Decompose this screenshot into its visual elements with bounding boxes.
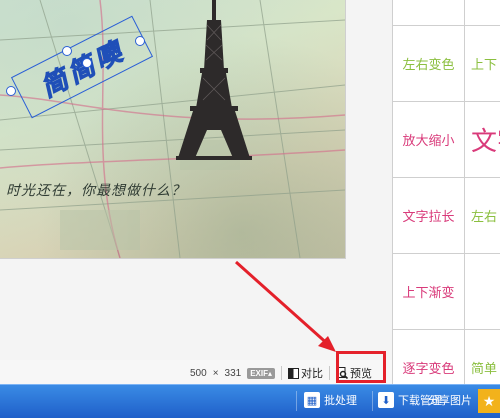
effect-option[interactable]: 逐字变色 [393, 330, 465, 384]
effect-option-label: 文字拉长 [402, 209, 455, 224]
effect-option[interactable] [465, 0, 500, 26]
effect-option[interactable]: 文字拉长 [393, 178, 465, 254]
effect-option[interactable]: 上下 [465, 26, 500, 102]
image-width: 500 [190, 367, 207, 379]
compare-label: 对比 [301, 368, 324, 380]
exif-button[interactable]: EXIF▴ [247, 367, 276, 379]
effect-option-label: 放大缩小 [402, 133, 455, 148]
toolbar-divider [296, 391, 297, 411]
effect-option-label: 上下 [471, 57, 498, 72]
effect-option-label: 简单 [471, 361, 498, 376]
compare-button[interactable]: 对比 [288, 365, 323, 381]
download-icon: ⬇ [378, 392, 394, 408]
effect-option-label: 上下渐变 [402, 285, 455, 300]
batch-label: 批处理 [324, 395, 357, 407]
batch-process-button[interactable]: ▦ 批处理 [304, 392, 357, 408]
effect-option-label: 左右 [471, 209, 498, 224]
effect-option[interactable]: 简单 [465, 330, 500, 384]
effect-option[interactable]: 文字 [465, 102, 500, 178]
resize-handle-top-right[interactable] [135, 36, 145, 46]
resize-handle-bottom-left[interactable] [6, 86, 16, 96]
toolbar-divider [372, 391, 373, 411]
star-icon[interactable]: ★ [478, 389, 500, 413]
share-button[interactable]: 分享图片 [428, 392, 472, 408]
canvas-area: 简简噢 时光还在，你最想做什么？ [0, 0, 392, 360]
preview-highlight-box [336, 351, 386, 383]
effect-option[interactable]: 左右 [465, 178, 500, 254]
effect-option[interactable]: 左右变色 [393, 26, 465, 102]
dimension-times: × [212, 367, 219, 379]
effect-option[interactable] [393, 0, 465, 26]
divider [281, 366, 283, 380]
bottom-toolbar: ▦ 批处理 ⬇ 下载管理 分享图片 ★ [0, 384, 500, 418]
map-illustration [0, 0, 345, 258]
edited-photo[interactable]: 简简噢 时光还在，你最想做什么？ [0, 0, 346, 259]
resize-handle-top-left[interactable] [62, 46, 72, 56]
effect-option[interactable]: 上下渐变 [393, 254, 465, 330]
text-effects-panel: 左右变色 上下放大缩小 文字文字拉长 左右上下渐变逐字变色 简单 [392, 0, 500, 384]
batch-icon: ▦ [304, 392, 320, 408]
rotate-handle[interactable] [82, 58, 92, 68]
effects-grid: 左右变色 上下放大缩小 文字文字拉长 左右上下渐变逐字变色 简单 [392, 0, 500, 384]
effect-option-label: 逐字变色 [402, 361, 455, 376]
divider [329, 366, 331, 380]
eiffel-tower [176, 0, 252, 160]
exif-label: EXIF [250, 368, 268, 378]
effect-option[interactable] [465, 254, 500, 330]
share-label: 分享图片 [428, 395, 472, 407]
effect-option[interactable]: 放大缩小 [393, 102, 465, 178]
compare-icon [288, 367, 300, 379]
image-height: 331 [224, 367, 242, 379]
effect-option-label: 左右变色 [402, 57, 455, 72]
photo-caption: 时光还在，你最想做什么？ [6, 183, 186, 199]
effect-option-label: 文字 [471, 127, 500, 157]
